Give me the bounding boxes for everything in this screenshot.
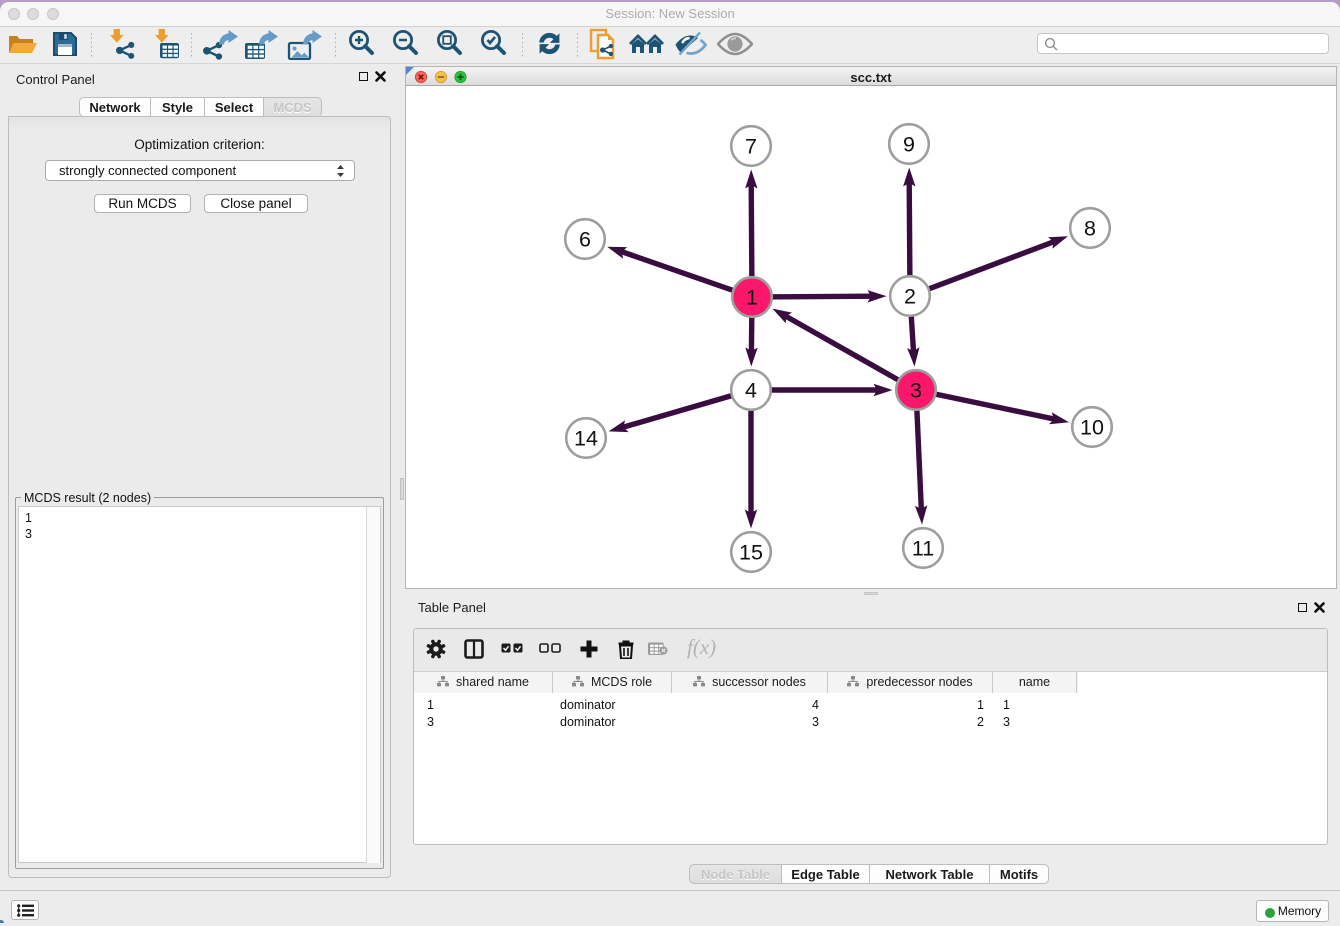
svg-text:7: 7 <box>745 135 757 159</box>
svg-text:1: 1 <box>746 286 758 310</box>
svg-text:6: 6 <box>579 228 591 252</box>
svg-text:15: 15 <box>739 541 763 565</box>
svg-text:3: 3 <box>910 379 922 403</box>
svg-text:4: 4 <box>745 379 757 403</box>
svg-text:11: 11 <box>912 537 934 561</box>
svg-text:2: 2 <box>904 285 916 309</box>
svg-text:9: 9 <box>903 133 915 157</box>
svg-text:10: 10 <box>1080 416 1104 440</box>
svg-text:8: 8 <box>1084 217 1096 241</box>
svg-text:14: 14 <box>574 427 598 451</box>
